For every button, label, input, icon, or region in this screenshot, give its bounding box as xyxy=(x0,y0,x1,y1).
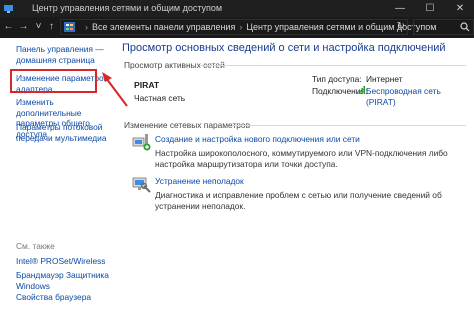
control-panel-home-link[interactable]: Панель управления — домашняя страница xyxy=(16,44,110,65)
new-connection-icon xyxy=(132,134,151,151)
media-streaming-link[interactable]: Параметры потоковой передачи мультимедиа xyxy=(16,122,110,143)
troubleshoot-description: Диагностика и исправление проблем с сеть… xyxy=(155,190,442,211)
sidebar-item-label: Брандмауэр Защитника Windows xyxy=(16,270,109,291)
intel-proset-link[interactable]: Intel® PROSet/Wireless xyxy=(16,256,110,267)
breadcrumb-network-center[interactable]: Центр управления сетями и общим доступом xyxy=(246,22,436,32)
wireless-connection-link[interactable]: Беспроводная сеть (PIRAT) xyxy=(366,86,466,107)
access-type-value: Интернет xyxy=(366,74,403,84)
new-connection-link[interactable]: Создание и настройка нового подключения … xyxy=(155,134,360,144)
access-type-label: Тип доступа: xyxy=(312,74,362,84)
breadcrumb: › Все элементы панели управления › Центр уп… xyxy=(81,22,436,32)
close-button[interactable]: ✕ xyxy=(446,0,474,17)
highlight-box xyxy=(10,69,97,93)
see-also-heading: См. также xyxy=(16,241,55,251)
divider xyxy=(232,125,466,126)
sidebar-item-label: Панель управления — домашняя страница xyxy=(16,44,104,65)
troubleshoot-link[interactable]: Устранение неполадок xyxy=(155,176,244,186)
address-field[interactable]: › Все элементы панели управления › Центр уп… xyxy=(60,19,436,35)
forward-button[interactable]: → xyxy=(17,19,30,35)
troubleshoot-icon xyxy=(132,177,151,193)
refresh-button[interactable]: ↻ xyxy=(397,21,405,32)
main-panel: Просмотр основных сведений о сети и наст… xyxy=(112,38,474,310)
breadcrumb-separator: › xyxy=(85,22,88,32)
firewall-link[interactable]: Брандмауэр Защитника Windows xyxy=(16,270,110,291)
search-icon xyxy=(460,22,470,32)
title-bar: Центр управления сетями и общим доступом… xyxy=(0,0,474,17)
divider xyxy=(200,65,466,66)
up-button[interactable]: ↑ xyxy=(45,19,58,35)
new-connection-description: Настройка широкополосного, коммутируемог… xyxy=(155,148,448,169)
back-button[interactable]: ← xyxy=(2,19,15,35)
address-toolbar: ← → ˅ ↑ › Все элементы панели управления ›… xyxy=(0,17,474,38)
network-type: Частная сеть xyxy=(134,93,186,103)
maximize-button[interactable]: ☐ xyxy=(416,0,444,17)
minimize-button[interactable]: — xyxy=(386,0,414,17)
page-title: Просмотр основных сведений о сети и наст… xyxy=(122,42,446,54)
breadcrumb-control-panel[interactable]: Все элементы панели управления xyxy=(92,22,235,32)
sidebar-item-label: Intel® PROSet/Wireless xyxy=(16,256,106,266)
sidebar-item-label: Свойства браузера xyxy=(16,292,92,302)
window-title: Центр управления сетями и общим доступом xyxy=(32,3,223,13)
control-panel-icon xyxy=(64,22,75,32)
sidebar-item-label: Параметры потоковой передачи мультимедиа xyxy=(16,122,107,143)
network-center-icon xyxy=(4,5,13,13)
network-name: PIRAT xyxy=(134,80,160,90)
search-input[interactable] xyxy=(413,19,474,35)
browser-properties-link[interactable]: Свойства браузера xyxy=(16,292,110,303)
sidebar: Панель управления — домашняя страница Из… xyxy=(0,38,112,310)
recent-locations-button[interactable]: ˅ xyxy=(32,19,45,35)
breadcrumb-separator: › xyxy=(239,22,243,32)
wifi-signal-icon xyxy=(357,86,365,94)
